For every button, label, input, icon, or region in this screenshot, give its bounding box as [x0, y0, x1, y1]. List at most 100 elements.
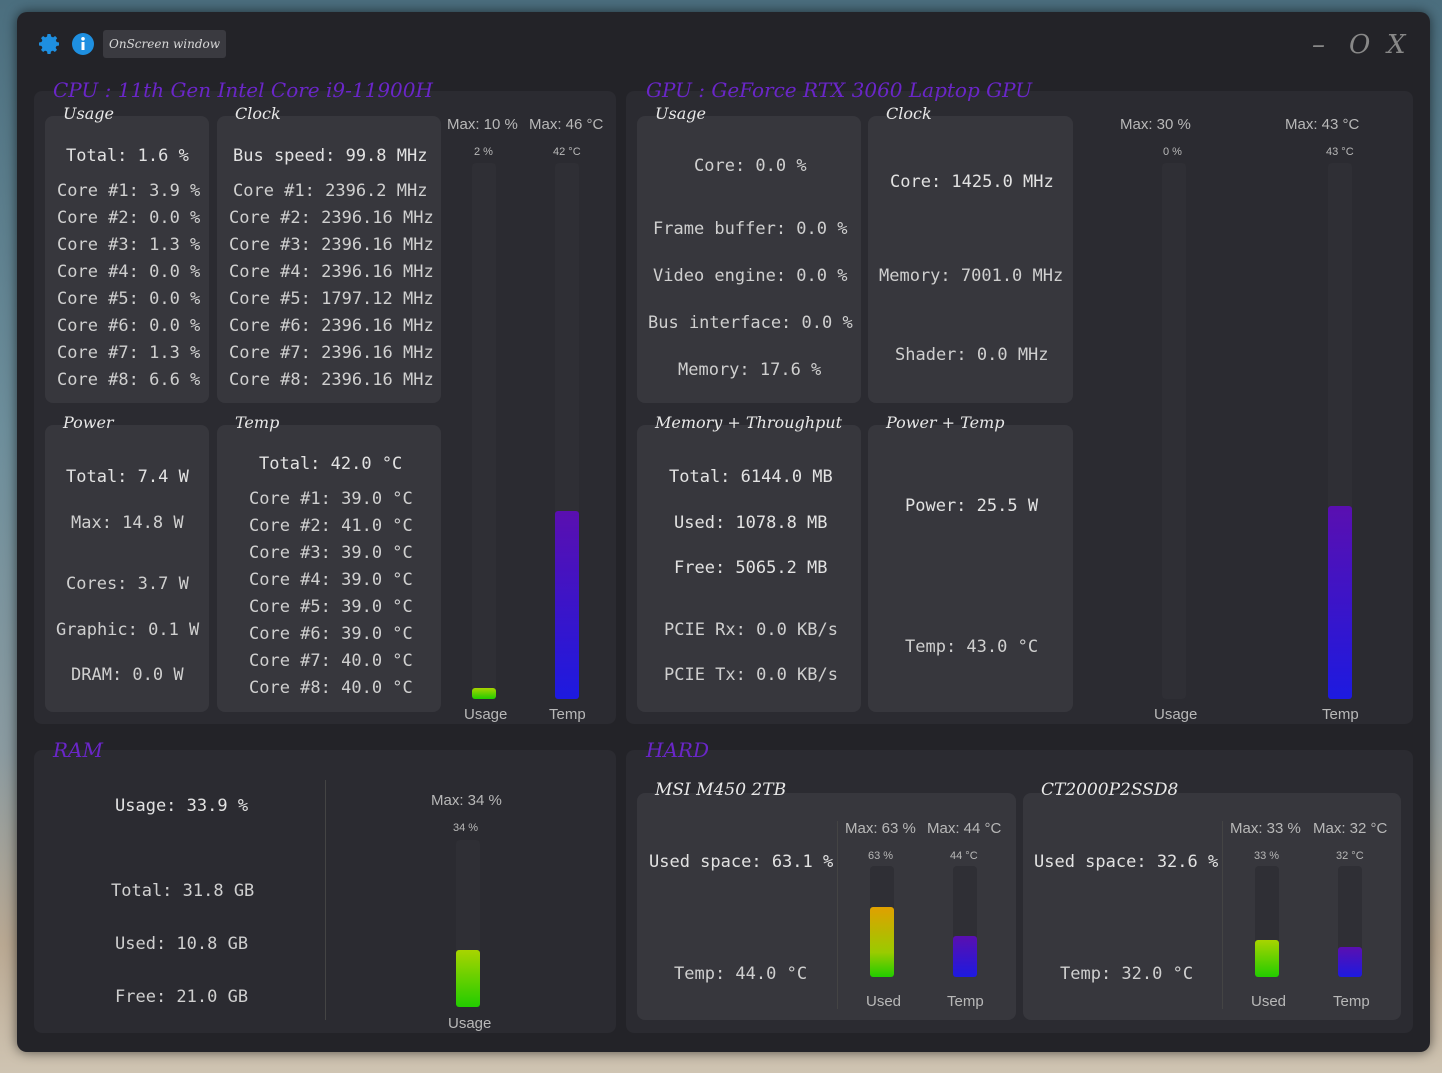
divider	[837, 821, 838, 1009]
gpu-power-temp-box: Power + Temp Power: 25.5 W Temp: 43.0 °C	[868, 413, 1073, 712]
cpu-core-clock: Core #8: 2396.16 MHz	[229, 370, 434, 390]
cpu-core-usage: Core #8: 6.6 %	[57, 370, 201, 390]
gpu-max-temp: Max: 43 °C	[1285, 116, 1360, 133]
cpu-temp-gauge	[555, 163, 579, 699]
box-title: Usage	[655, 104, 706, 123]
gpu-video-engine: Video engine: 0.0 %	[653, 266, 848, 286]
box-title: Power + Temp	[886, 413, 1005, 432]
cpu-power-cores: Cores: 3.7 W	[66, 574, 189, 594]
cpu-core-clock: Core #7: 2396.16 MHz	[229, 343, 434, 363]
disk-used-value: 63 %	[868, 850, 894, 862]
gpu-memory-usage: Memory: 17.6 %	[678, 360, 822, 380]
cpu-core-usage: Core #3: 1.3 %	[57, 235, 201, 255]
gpu-usage-gauge	[1162, 163, 1186, 699]
cpu-core-usage: Core #5: 0.0 %	[57, 289, 201, 309]
cpu-core-usage: Core #7: 1.3 %	[57, 343, 201, 363]
ram-section: Usage: 33.9 % Total: 31.8 GB Used: 10.8 …	[34, 750, 616, 1033]
gauge-fill	[870, 907, 894, 977]
disk-temp: Temp: 44.0 °C	[674, 964, 808, 984]
disk-temp-label: Temp	[947, 993, 984, 1010]
gauge-fill	[456, 950, 480, 1007]
gpu-title: GPU : GeForce RTX 3060 Laptop GPU	[646, 78, 1033, 102]
disk-name: MSI M450 2TB	[655, 780, 787, 800]
maximize-button[interactable]: O	[1349, 30, 1370, 60]
cpu-core-clock: Core #1: 2396.2 MHz	[233, 181, 428, 201]
cpu-title: CPU : 11th Gen Intel Core i9-11900H	[53, 78, 433, 102]
cpu-temp-box: Temp Total: 42.0 °C Core #1: 39.0 °C Cor…	[217, 413, 441, 712]
close-button[interactable]: X	[1387, 30, 1406, 60]
gpu-usage-box: Usage Core: 0.0 % Frame buffer: 0.0 % Vi…	[637, 104, 861, 403]
ram-usage: Usage: 33.9 %	[115, 796, 249, 816]
disk-used-value: 33 %	[1254, 850, 1280, 862]
cpu-temp-value: 42 °C	[553, 146, 581, 158]
gpu-core-usage: Core: 0.0 %	[694, 156, 807, 176]
gpu-bus-interface: Bus interface: 0.0 %	[648, 313, 853, 333]
box-title: Memory + Throughput	[655, 413, 843, 432]
disk-used-space: Used space: 32.6 %	[1034, 852, 1219, 872]
hard-section: MSI M450 2TB Used space: 63.1 % Temp: 44…	[626, 750, 1413, 1033]
gauge-fill	[472, 688, 496, 699]
disk-used-gauge	[870, 866, 894, 977]
cpu-core-clock: Core #5: 1797.12 MHz	[229, 289, 434, 309]
monitor-window: OnScreen window – O X Usage Total: 1.6 %…	[17, 12, 1430, 1052]
gauge-fill	[1255, 940, 1279, 977]
gpu-memory-clock: Memory: 7001.0 MHz	[879, 266, 1064, 286]
cpu-core-temp: Core #4: 39.0 °C	[249, 570, 413, 590]
gpu-mem-free: Free: 5065.2 MB	[674, 558, 828, 578]
disk-temp-value: 32 °C	[1336, 850, 1364, 862]
disk-max-used: Max: 63 %	[845, 820, 916, 837]
cpu-usage-value: 2 %	[474, 146, 493, 158]
gauge-fill	[555, 511, 579, 699]
divider	[1222, 821, 1223, 1009]
disk-max-temp: Max: 32 °C	[1313, 820, 1388, 837]
disk-temp-value: 44 °C	[950, 850, 978, 862]
cpu-bus-speed: Bus speed: 99.8 MHz	[233, 146, 428, 166]
box-title: Usage	[63, 104, 114, 123]
cpu-core-temp: Core #2: 41.0 °C	[249, 516, 413, 536]
ram-usage-value: 34 %	[453, 822, 479, 834]
cpu-core-temp: Core #3: 39.0 °C	[249, 543, 413, 563]
disk-used-label: Used	[1251, 993, 1287, 1010]
cpu-core-clock: Core #3: 2396.16 MHz	[229, 235, 434, 255]
ram-gauge-label: Usage	[448, 1015, 492, 1032]
gauge-fill	[953, 936, 977, 977]
disk-used-space: Used space: 63.1 %	[649, 852, 834, 872]
cpu-core-temp: Core #1: 39.0 °C	[249, 489, 413, 509]
disk-temp: Temp: 32.0 °C	[1060, 964, 1194, 984]
cpu-max-usage: Max: 10 %	[447, 116, 518, 133]
disk-temp-label: Temp	[1333, 993, 1370, 1010]
gpu-usage-gauge-label: Usage	[1154, 706, 1198, 723]
gauge-fill	[1328, 506, 1352, 699]
disk-box: CT2000P2SSD8 Used space: 32.6 % Temp: 32…	[1023, 780, 1401, 1020]
cpu-core-temp: Core #7: 40.0 °C	[249, 651, 413, 671]
gpu-shader-clock: Shader: 0.0 MHz	[895, 345, 1049, 365]
cpu-core-temp: Core #6: 39.0 °C	[249, 624, 413, 644]
hard-title: HARD	[646, 738, 709, 762]
gpu-temp-value: 43 °C	[1326, 146, 1354, 158]
disk-max-used: Max: 33 %	[1230, 820, 1301, 837]
box-title: Clock	[235, 104, 281, 123]
gpu-pcie-rx: PCIE Rx: 0.0 KB/s	[664, 620, 838, 640]
gear-icon[interactable]	[38, 32, 62, 56]
disk-used-gauge	[1255, 866, 1279, 977]
gauge-fill	[1338, 947, 1362, 977]
gpu-pcie-tx: PCIE Tx: 0.0 KB/s	[664, 665, 838, 685]
cpu-section: Usage Total: 1.6 % Core #1: 3.9 % Core #…	[34, 91, 616, 724]
disk-temp-gauge	[1338, 866, 1362, 977]
cpu-clock-box: Clock Bus speed: 99.8 MHz Core #1: 2396.…	[217, 104, 441, 403]
minimize-button[interactable]: –	[1312, 30, 1325, 60]
cpu-power-dram: DRAM: 0.0 W	[71, 665, 184, 685]
cpu-core-usage: Core #6: 0.0 %	[57, 316, 201, 336]
gpu-temp-gauge-label: Temp	[1322, 706, 1359, 723]
gpu-section: Usage Core: 0.0 % Frame buffer: 0.0 % Vi…	[626, 91, 1413, 724]
cpu-core-clock: Core #2: 2396.16 MHz	[229, 208, 434, 228]
info-icon[interactable]	[71, 32, 95, 56]
ram-total: Total: 31.8 GB	[111, 881, 255, 901]
cpu-usage-total: Total: 1.6 %	[66, 146, 189, 166]
onscreen-window-button[interactable]: OnScreen window	[103, 30, 227, 58]
cpu-core-temp: Core #5: 39.0 °C	[249, 597, 413, 617]
cpu-power-box: Power Total: 7.4 W Max: 14.8 W Cores: 3.…	[45, 413, 209, 712]
cpu-power-max: Max: 14.8 W	[71, 513, 184, 533]
cpu-power-total: Total: 7.4 W	[66, 467, 189, 487]
ram-max-usage: Max: 34 %	[431, 792, 502, 809]
